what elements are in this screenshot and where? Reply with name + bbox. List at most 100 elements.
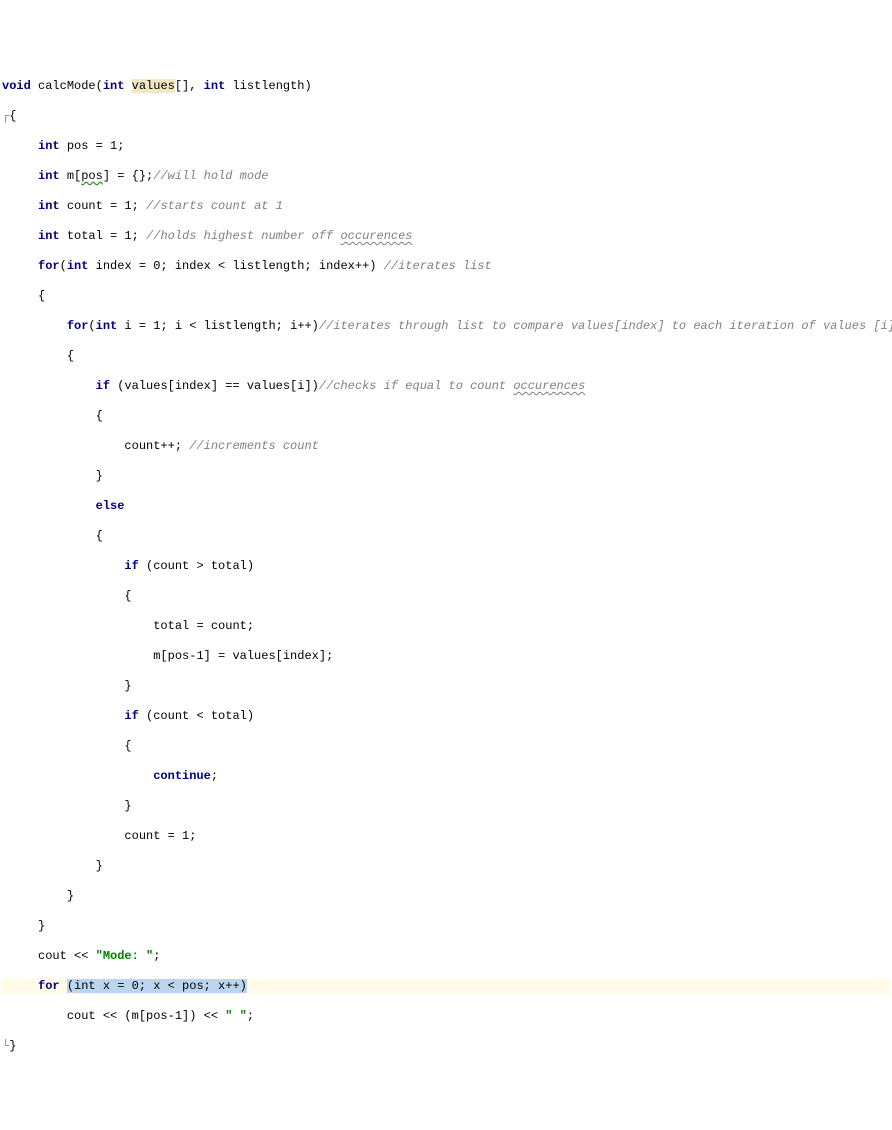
semicolon: ; (211, 769, 218, 783)
param-values: values (132, 79, 175, 93)
code-text: (int (67, 979, 96, 993)
comment: //holds highest number off occurences (146, 229, 412, 243)
squiggle-pos: pos (81, 169, 103, 183)
code-line: int pos = 1; (2, 139, 890, 154)
code-line: { (2, 349, 890, 364)
code-text: pos = 1; (60, 139, 125, 153)
code-line: m[pos-1] = values[index]; (2, 649, 890, 664)
code-text: count++; (124, 439, 189, 453)
code-text: m[ (60, 169, 82, 183)
code-line: } (2, 859, 890, 874)
code-text: count = 1; (124, 829, 196, 843)
keyword-int: int (38, 199, 60, 213)
brace: { (124, 739, 131, 753)
keyword-for: for (38, 979, 60, 993)
keyword-void: void (2, 79, 31, 93)
paren: ( (88, 319, 95, 333)
code-text: index = 0; index < listlength; index++) (88, 259, 383, 273)
comment: //increments count (189, 439, 319, 453)
comment: //will hold mode (153, 169, 268, 183)
brace: { (38, 289, 45, 303)
comment-squiggle: occurences (513, 379, 585, 393)
keyword-int: int (67, 259, 89, 273)
comment: //starts count at 1 (146, 199, 283, 213)
comment: //checks if equal to count occurences (319, 379, 585, 393)
brace: } (9, 1039, 16, 1053)
param-suffix: [], (175, 79, 204, 93)
code-line: } (2, 919, 890, 934)
keyword-int: int (38, 139, 60, 153)
code-line: ┌{ (2, 109, 890, 124)
code-line: └} (2, 1039, 890, 1054)
code-text: cout << (m[pos-1]) << (67, 1009, 225, 1023)
code-text: x = 0; x < pos; x++) (96, 979, 247, 993)
code-line: { (2, 739, 890, 754)
paren: ( (60, 259, 67, 273)
code-line: cout << "Mode: "; (2, 949, 890, 964)
paren-open: ( (96, 79, 103, 93)
code-text: total = count; (153, 619, 254, 633)
string-literal: "Mode: " (96, 949, 154, 963)
code-line: total = count; (2, 619, 890, 634)
code-text: cout << (38, 949, 96, 963)
code-line: count++; //increments count (2, 439, 890, 454)
brace: { (96, 409, 103, 423)
comment-text: //holds highest number off (146, 229, 340, 243)
keyword-for: for (38, 259, 60, 273)
code-text: ] = {}; (103, 169, 153, 183)
code-line: cout << (m[pos-1]) << " "; (2, 1009, 890, 1024)
keyword-if: if (124, 559, 138, 573)
code-line: { (2, 289, 890, 304)
comment-squiggle: occurences (340, 229, 412, 243)
code-text: (count > total) (139, 559, 254, 573)
code-line: { (2, 589, 890, 604)
selection: (int x = 0; x < pos; x++) (67, 979, 247, 993)
code-line: { (2, 409, 890, 424)
code-line: int total = 1; //holds highest number of… (2, 229, 890, 244)
comment: //iterates list (384, 259, 492, 273)
brace: { (96, 529, 103, 543)
brace: } (96, 859, 103, 873)
brace: { (124, 589, 131, 603)
brace: { (9, 109, 16, 123)
code-line: void calcMode(int values[], int listleng… (2, 79, 890, 94)
code-line: } (2, 889, 890, 904)
keyword-if: if (96, 379, 110, 393)
code-line: int count = 1; //starts count at 1 (2, 199, 890, 214)
code-editor[interactable]: void calcMode(int values[], int listleng… (2, 64, 890, 1069)
code-line: } (2, 469, 890, 484)
code-line: if (values[index] == values[i])//checks … (2, 379, 890, 394)
brace: } (96, 469, 103, 483)
brace: } (67, 889, 74, 903)
code-line: if (count < total) (2, 709, 890, 724)
keyword-if: if (124, 709, 138, 723)
semicolon: ; (153, 949, 160, 963)
semicolon: ; (247, 1009, 254, 1023)
string-literal: " " (225, 1009, 247, 1023)
code-line: if (count > total) (2, 559, 890, 574)
comment-text: //checks if equal to count (319, 379, 513, 393)
code-line: } (2, 679, 890, 694)
function-name: calcMode (38, 79, 96, 93)
fold-close-icon: └ (2, 1039, 9, 1053)
brace: } (38, 919, 45, 933)
keyword-int: int (204, 79, 226, 93)
comment: //iterates through list to compare value… (319, 319, 892, 333)
code-line: count = 1; (2, 829, 890, 844)
keyword-int: int (38, 229, 60, 243)
keyword-for: for (67, 319, 89, 333)
code-line: else (2, 499, 890, 514)
brace: } (124, 799, 131, 813)
code-line: } (2, 799, 890, 814)
code-line: continue; (2, 769, 890, 784)
space (60, 979, 67, 993)
code-line: int m[pos] = {};//will hold mode (2, 169, 890, 184)
keyword-int: int (38, 169, 60, 183)
code-line: for(int i = 1; i < listlength; i++)//ite… (2, 319, 890, 334)
code-text: (count < total) (139, 709, 254, 723)
keyword-int: int (96, 319, 118, 333)
code-line: { (2, 529, 890, 544)
code-text: (values[index] == values[i]) (110, 379, 319, 393)
code-line: for(int index = 0; index < listlength; i… (2, 259, 890, 274)
brace: } (124, 679, 131, 693)
